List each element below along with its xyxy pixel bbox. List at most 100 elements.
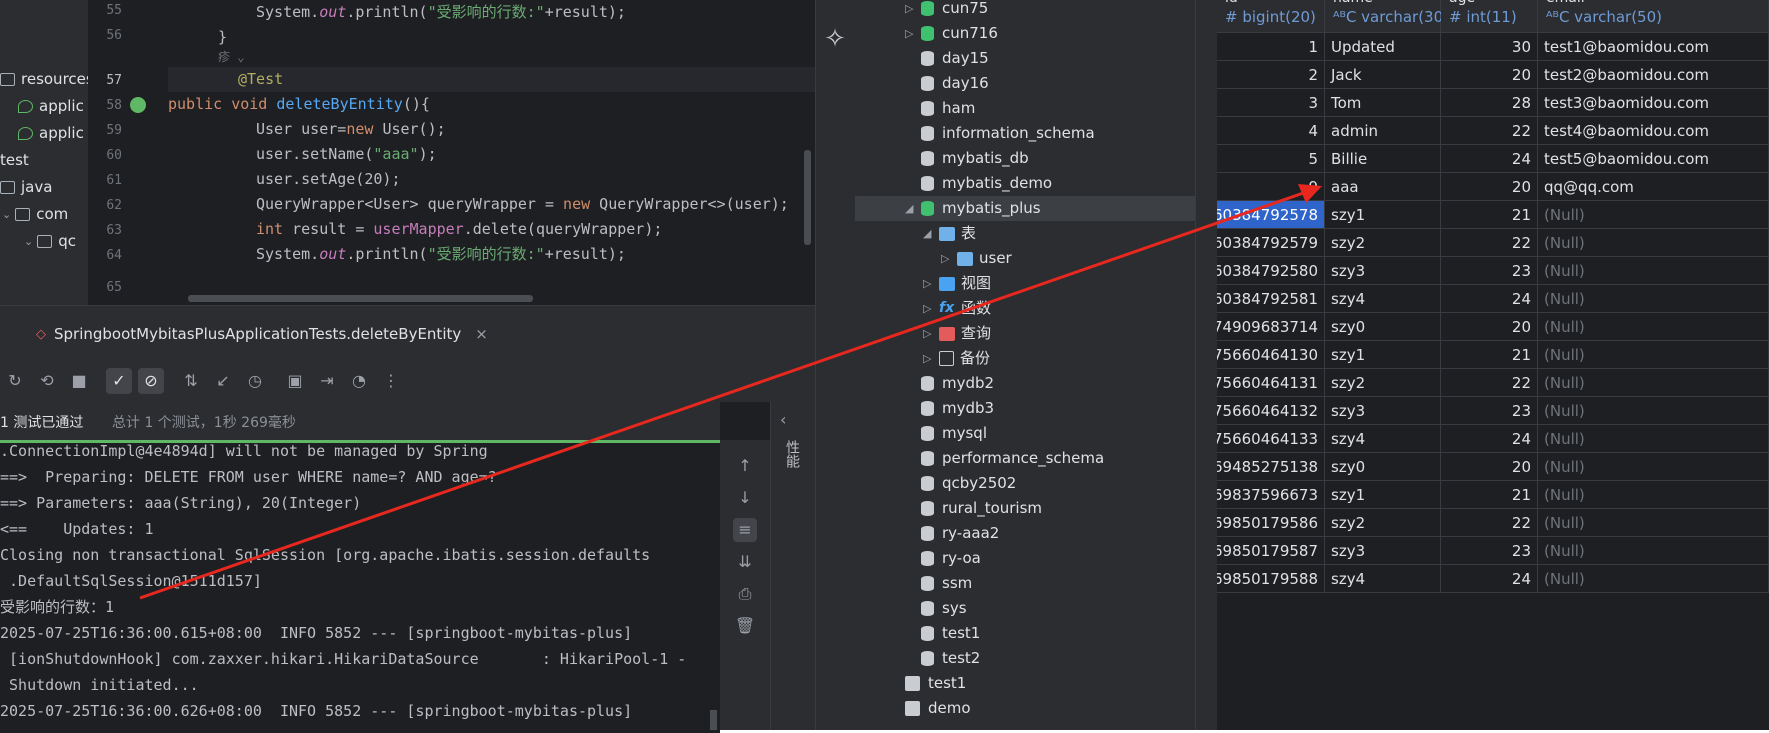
grid-cell[interactable]: Jack: [1325, 61, 1441, 89]
show-ignored-icon[interactable]: ⊘: [138, 368, 164, 394]
grid-cell[interactable]: 20: [1441, 313, 1538, 341]
show-passed-icon[interactable]: ✓: [106, 368, 132, 394]
triangle-right-icon[interactable]: ▷: [905, 21, 921, 46]
grid-cell[interactable]: (Null): [1538, 481, 1769, 509]
arrow-up-icon[interactable]: ↑: [733, 454, 757, 478]
grid-cell[interactable]: (Null): [1538, 509, 1769, 537]
grid-cell[interactable]: Billie: [1325, 145, 1441, 173]
editor-vertical-scrollbar[interactable]: [804, 150, 811, 245]
grid-cell[interactable]: 275660464133: [1217, 425, 1325, 453]
grid-cell[interactable]: 969837596673: [1217, 481, 1325, 509]
grid-cell[interactable]: Tom: [1325, 89, 1441, 117]
data-grid[interactable]: id # bigint(20) name ᴬᴮC varchar(30) age…: [1217, 0, 1769, 730]
console-output[interactable]: .ConnectionImpl@4e4894d] will not be man…: [0, 440, 720, 733]
import-icon[interactable]: ↙: [210, 368, 236, 394]
triangle-right-icon[interactable]: ▷: [905, 0, 921, 21]
db-tree-item[interactable]: demo: [905, 696, 1195, 721]
db-tree-item[interactable]: day16: [905, 71, 1195, 96]
grid-cell[interactable]: szy2: [1325, 369, 1441, 397]
db-tree-item[interactable]: ham: [905, 96, 1195, 121]
grid-cell[interactable]: szy4: [1325, 565, 1441, 593]
export-icon[interactable]: ⇥: [314, 368, 340, 394]
grid-cell[interactable]: (Null): [1538, 285, 1769, 313]
triangle-right-icon[interactable]: ▷: [923, 271, 939, 296]
grid-cell[interactable]: 260384792580: [1217, 257, 1325, 285]
project-tree-item[interactable]: java: [0, 175, 52, 200]
db-tree-item[interactable]: ◢ 表: [905, 221, 1195, 246]
grid-cell[interactable]: 22: [1441, 117, 1538, 145]
project-tree-item[interactable]: applic: [18, 121, 84, 146]
db-tree-item[interactable]: sys: [905, 596, 1195, 621]
db-tree-item[interactable]: test2: [905, 646, 1195, 671]
history-icon[interactable]: ◷: [242, 368, 268, 394]
print-icon[interactable]: ⎙: [733, 582, 757, 606]
grid-cell[interactable]: 24: [1441, 285, 1538, 313]
grid-cell[interactable]: admin: [1325, 117, 1441, 145]
run-tab[interactable]: ◇ SpringbootMybitasPlusApplicationTests.…: [36, 322, 488, 346]
grid-cell[interactable]: (Null): [1538, 229, 1769, 257]
grid-cell[interactable]: szy1: [1325, 481, 1441, 509]
grid-cell[interactable]: 969850179587: [1217, 537, 1325, 565]
triangle-down-icon[interactable]: ◢: [905, 196, 921, 221]
column-header-id[interactable]: id # bigint(20): [1217, 0, 1325, 33]
grid-cell[interactable]: szy0: [1325, 453, 1441, 481]
grid-cell[interactable]: (Null): [1538, 341, 1769, 369]
grid-cell[interactable]: aaa: [1325, 173, 1441, 201]
db-tree-item[interactable]: test1: [905, 621, 1195, 646]
column-header-email[interactable]: email ᴬᴮC varchar(50): [1538, 0, 1769, 33]
code-editor[interactable]: System.out.println("受影响的行数:"+result); } …: [168, 0, 815, 305]
db-tree-item[interactable]: mybatis_db: [905, 146, 1195, 171]
grid-cell[interactable]: 3: [1217, 89, 1325, 117]
triangle-down-icon[interactable]: ◢: [923, 221, 939, 246]
grid-cell[interactable]: szy3: [1325, 397, 1441, 425]
grid-cell[interactable]: szy0: [1325, 313, 1441, 341]
grid-cell[interactable]: szy3: [1325, 257, 1441, 285]
performance-tab[interactable]: 性能: [782, 440, 802, 468]
grid-cell[interactable]: 9: [1217, 173, 1325, 201]
project-tree-item[interactable]: test: [0, 148, 29, 173]
project-tree-item[interactable]: resources: [0, 67, 88, 92]
grid-cell[interactable]: (Null): [1538, 425, 1769, 453]
trash-icon[interactable]: 🗑: [733, 614, 757, 638]
grid-cell[interactable]: 22: [1441, 229, 1538, 257]
grid-cell[interactable]: 274909683714: [1217, 313, 1325, 341]
grid-cell[interactable]: (Null): [1538, 313, 1769, 341]
sort-icon[interactable]: ⇅: [178, 368, 204, 394]
db-tree-item[interactable]: mydb2: [905, 371, 1195, 396]
grid-cell[interactable]: Updated: [1325, 33, 1441, 61]
grid-cell[interactable]: 23: [1441, 397, 1538, 425]
triangle-right-icon[interactable]: ▷: [923, 321, 939, 346]
grid-cell[interactable]: (Null): [1538, 201, 1769, 229]
grid-cell[interactable]: szy2: [1325, 229, 1441, 257]
rerun-failed-icon[interactable]: ⟲: [34, 368, 60, 394]
arrow-down-icon[interactable]: ↓: [733, 486, 757, 510]
grid-cell[interactable]: 1: [1217, 33, 1325, 61]
grid-cell[interactable]: test3@baomidou.com: [1538, 89, 1769, 117]
db-tree-item[interactable]: ▷ fx 函数: [905, 296, 1195, 321]
db-tree-item[interactable]: qcby2502: [905, 471, 1195, 496]
project-tree-item[interactable]: applic: [18, 94, 84, 119]
grid-cell[interactable]: (Null): [1538, 565, 1769, 593]
grid-cell[interactable]: (Null): [1538, 453, 1769, 481]
grid-cell[interactable]: (Null): [1538, 537, 1769, 565]
gauge-icon[interactable]: ◔: [346, 368, 372, 394]
grid-cell[interactable]: szy3: [1325, 537, 1441, 565]
column-header-name[interactable]: name ᴬᴮC varchar(30): [1325, 0, 1449, 33]
db-tree-item[interactable]: ▷ user: [905, 246, 1195, 271]
column-header-age[interactable]: age # int(11): [1441, 0, 1538, 33]
db-tree-item[interactable]: ▷ 备份: [905, 346, 1195, 371]
grid-cell[interactable]: 20: [1441, 61, 1538, 89]
scroll-to-end-icon[interactable]: ⇊: [733, 550, 757, 574]
grid-cell[interactable]: 21: [1441, 201, 1538, 229]
stop-icon[interactable]: ■: [66, 368, 92, 394]
grid-cell[interactable]: 21: [1441, 341, 1538, 369]
db-tree-item[interactable]: ssm: [905, 571, 1195, 596]
grid-cell[interactable]: 275660464131: [1217, 369, 1325, 397]
grid-cell[interactable]: 20: [1441, 173, 1538, 201]
grid-cell[interactable]: qq@qq.com: [1538, 173, 1769, 201]
grid-cell[interactable]: 30: [1441, 33, 1538, 61]
project-tree-item[interactable]: ⌄ qc: [24, 229, 76, 254]
grid-cell[interactable]: 23: [1441, 537, 1538, 565]
grid-cell[interactable]: 4: [1217, 117, 1325, 145]
db-tree-item[interactable]: day15: [905, 46, 1195, 71]
